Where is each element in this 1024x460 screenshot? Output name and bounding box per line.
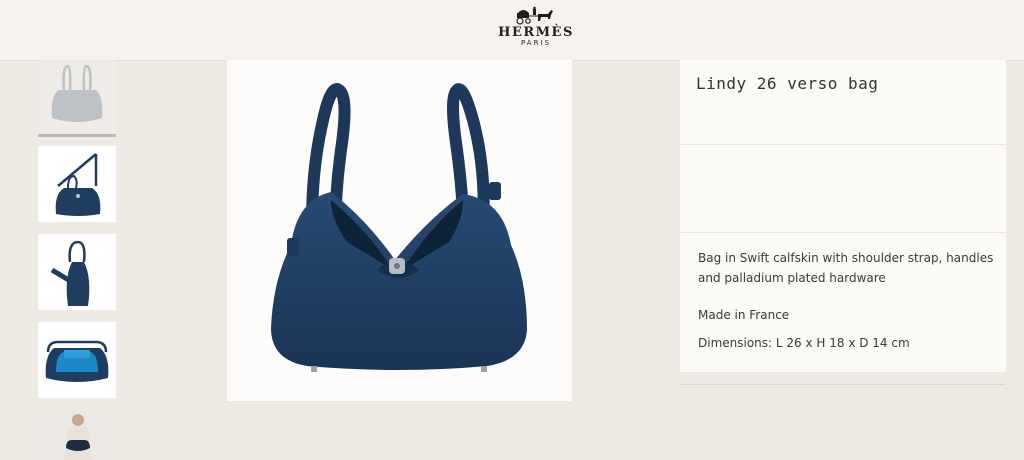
divider [680, 384, 1006, 385]
thumbnail-front[interactable] [38, 60, 116, 132]
thumbnail-open-interior[interactable] [38, 322, 116, 398]
divider [680, 144, 1006, 145]
active-thumbnail-indicator [38, 134, 116, 137]
bag-image-icon [271, 83, 527, 372]
divider [680, 232, 1006, 233]
bag-thumbnail-icon [50, 240, 90, 306]
bag-thumbnail-icon [51, 64, 103, 122]
product-info-panel: Lindy 26 verso bag Bag in Swift calfskin… [680, 60, 1006, 372]
product-description: Bag in Swift calfskin with shoulder stra… [698, 251, 994, 285]
product-title: Lindy 26 verso bag [696, 74, 879, 93]
brand-name: HERMÈS [498, 25, 574, 40]
thumbnail-shoulder-strap[interactable] [38, 146, 116, 222]
thumbnail-worn-by-model[interactable] [38, 410, 116, 460]
site-header: HERMÈS PARIS [0, 0, 1024, 61]
product-dimensions: Dimensions: L 26 x H 18 x D 14 cm [698, 336, 910, 350]
bag-thumbnail-icon [55, 153, 101, 216]
thumbnail-standing[interactable] [38, 234, 116, 310]
carriage-icon [516, 6, 553, 25]
product-main-image[interactable] [227, 60, 572, 401]
model-thumbnail-icon [38, 410, 116, 460]
bag-thumbnail-icon [45, 340, 109, 382]
brand-city: PARIS [521, 39, 551, 47]
product-origin: Made in France [698, 308, 790, 322]
brand-logo[interactable]: HERMÈS PARIS [498, 6, 574, 50]
